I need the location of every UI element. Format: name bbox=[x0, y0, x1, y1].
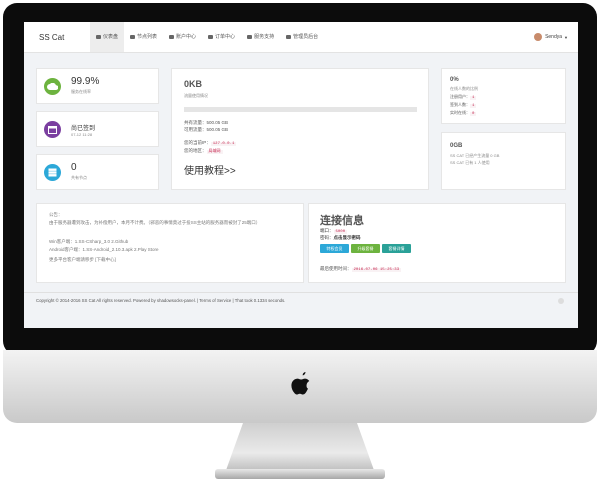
screen: SS Cat 仪表盘 节点列表 账户中心 订单中心 服务支持 管理员后台 Sen… bbox=[24, 22, 578, 328]
vip-member-button[interactable]: 特权会员 bbox=[320, 244, 349, 253]
online-ratio-card: 0% 在线人数的比例 注册用户： 1 签到人数： 1 实时在线： 0 bbox=[441, 68, 566, 124]
nav-account[interactable]: 账户中心 bbox=[163, 22, 202, 52]
nav-dashboard[interactable]: 仪表盘 bbox=[90, 22, 125, 52]
brand-link[interactable]: SS Cat bbox=[39, 33, 64, 42]
nav-orders[interactable]: 订单中心 bbox=[202, 22, 241, 52]
upgrade-plan-button[interactable]: 升级套餐 bbox=[351, 244, 380, 253]
avatar bbox=[534, 33, 543, 41]
connection-title: 连接信息 bbox=[320, 215, 364, 227]
notice-download-link[interactable]: 更多平台客户端请移步 [下载中心] bbox=[49, 257, 116, 263]
total-traffic-card: 0GB SS CAT 已经产生流量 0 GB SS CAT 已有 1 人使用 bbox=[441, 132, 566, 190]
apple-logo-icon bbox=[291, 372, 310, 395]
traffic-total: 共有流量：500.05 GB bbox=[184, 120, 229, 125]
settings-icon bbox=[286, 34, 292, 39]
cloud-icon bbox=[44, 78, 61, 95]
total-traffic-value: 0GB bbox=[450, 143, 463, 149]
realtime-row: 实时在线： 0 bbox=[450, 110, 477, 116]
last-used-row: 最后使用时间： 2016-07-06 15:25:33 bbox=[320, 266, 402, 272]
notice-line-2: Win客户端：1.SS-CSharp_3.0 2.Github bbox=[49, 239, 129, 244]
notice-line-1: 由于服务器遭到攻击，为补偿用户，本月不计费。（邪恶的事情莫过于投SS主站的服务器… bbox=[49, 220, 261, 225]
plan-details-button[interactable]: 套餐详情 bbox=[382, 244, 411, 253]
main-nav: 仪表盘 节点列表 账户中心 订单中心 服务支持 管理员后台 bbox=[90, 22, 324, 52]
total-traffic-line2: SS CAT 已有 1 人使用 bbox=[450, 160, 490, 165]
region-row: 您的地区： 局域网 bbox=[184, 148, 223, 154]
uptime-label: 服务在线率 bbox=[71, 89, 91, 94]
nav-support[interactable]: 服务支持 bbox=[241, 22, 280, 52]
nav-admin[interactable]: 管理员后台 bbox=[280, 22, 324, 52]
traffic-card: 0KB 流量使用情况 共有流量：500.05 GB 可用流量：500.05 GB… bbox=[171, 68, 429, 190]
stat-card-uptime: 99.9% 服务在线率 bbox=[36, 68, 159, 104]
last-used-value: 2016-07-06 15:25:33 bbox=[351, 268, 402, 272]
server-icon bbox=[44, 164, 61, 181]
stat-card-nodes: 0 共有节点 bbox=[36, 154, 159, 190]
region-value: 局域网 bbox=[206, 150, 223, 154]
chevron-down-icon: ▼ bbox=[564, 34, 568, 40]
uptime-value: 99.9% bbox=[71, 76, 100, 87]
connection-card: 连接信息 端口： 5000 密码：点击显示密码 特权会员 升级套餐 套餐详情 最后… bbox=[308, 203, 566, 283]
port-value: 5000 bbox=[333, 230, 348, 234]
top-navbar: SS Cat 仪表盘 节点列表 账户中心 订单中心 服务支持 管理员后台 Sen… bbox=[24, 22, 578, 53]
traffic-available: 可用流量：500.05 GB bbox=[184, 127, 229, 132]
user-menu[interactable]: Sendya ▼ bbox=[534, 33, 568, 41]
notice-line-3: Android客户端：1.SS-Android_2.10.3.apk 2.Pla… bbox=[49, 247, 159, 252]
tutorial-link[interactable]: 使用教程>> bbox=[184, 162, 236, 177]
online-percent: 0% bbox=[450, 77, 459, 83]
send-icon bbox=[247, 34, 253, 39]
notice-card: 公告： 由于服务器遭到攻击，为补偿用户，本月不计费。（邪恶的事情莫过于投SS主站… bbox=[36, 203, 304, 283]
footer-copyright: Copyright © 2014-2016 SS Cat All rights … bbox=[36, 298, 286, 303]
user-icon bbox=[169, 34, 175, 39]
notice-title: 公告： bbox=[49, 212, 63, 217]
traffic-progress-bar bbox=[184, 107, 417, 112]
shop-icon bbox=[208, 34, 214, 39]
nodes-label: 共有节点 bbox=[71, 175, 87, 180]
show-password-link[interactable]: 点击显示密码 bbox=[334, 235, 361, 240]
checkin-status: 尚已签到 bbox=[71, 126, 96, 132]
port-row: 端口： 5000 bbox=[320, 228, 348, 234]
stat-card-checkin: 尚已签到 07-12 11:28 bbox=[36, 111, 159, 147]
monitor-icon bbox=[96, 34, 101, 39]
ip-row: 您的当前IP： 127.0.0.1 bbox=[184, 140, 237, 146]
back-to-top-icon[interactable] bbox=[558, 298, 564, 304]
footer: Copyright © 2014-2016 SS Cat All rights … bbox=[24, 292, 578, 315]
nodes-count: 0 bbox=[71, 162, 77, 173]
traffic-used-label: 流量使用情况 bbox=[184, 93, 208, 98]
ip-value: 127.0.0.1 bbox=[210, 142, 237, 146]
list-icon bbox=[130, 34, 136, 39]
checkedin-row: 签到人数： 1 bbox=[450, 102, 477, 108]
online-title: 在线人数的比例 bbox=[450, 86, 478, 91]
checkin-time: 07-12 11:28 bbox=[71, 132, 93, 137]
registered-row: 注册用户： 1 bbox=[450, 94, 477, 100]
imac-stand bbox=[225, 423, 375, 473]
traffic-used: 0KB bbox=[184, 79, 203, 89]
calendar-icon bbox=[44, 121, 61, 138]
total-traffic-line1: SS CAT 已经产生流量 0 GB bbox=[450, 153, 500, 158]
imac-stand-base bbox=[215, 469, 385, 479]
password-row: 密码：点击显示密码 bbox=[320, 235, 361, 240]
nav-nodes[interactable]: 节点列表 bbox=[124, 22, 163, 52]
